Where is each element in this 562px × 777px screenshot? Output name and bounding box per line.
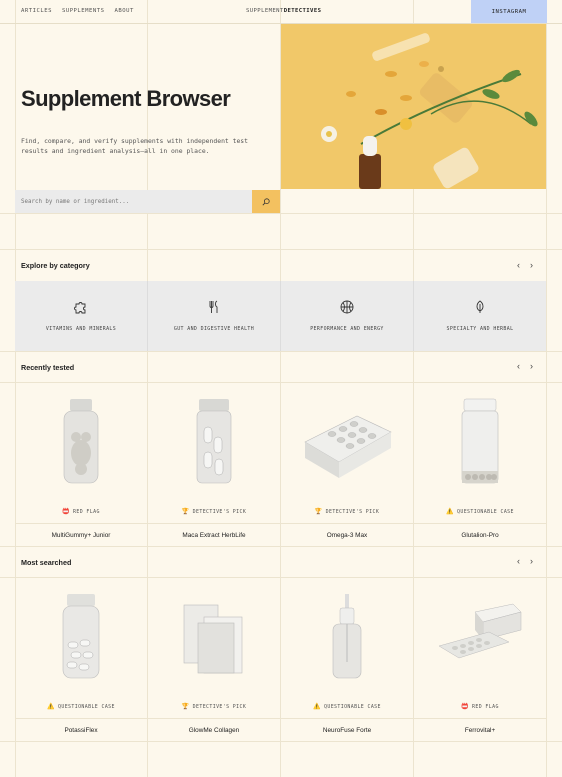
most-searched-products: ⚠️ QUESTIONABLE CASE PotassiFlex 🏆 DETECTI…	[15, 577, 546, 741]
chevron-left-icon[interactable]: ‹	[517, 362, 520, 371]
category-label: PERFORMANCE AND ENERGY	[310, 326, 384, 332]
section-title-categories: Explore by category	[21, 261, 90, 270]
search-button[interactable]	[252, 190, 280, 213]
status-badge: 📛 RED FLAG	[461, 703, 499, 710]
status-badge: 🏆 DETECTIVE'S PICK	[181, 703, 247, 710]
instagram-button[interactable]: INSTAGRAM	[471, 0, 547, 23]
recent-carousel-arrows: ‹ ›	[517, 362, 533, 371]
recent-products: 📛 RED FLAG MultiGummy+ Junior 🏆 DETECTIVE'…	[15, 382, 546, 546]
product-name: MultiGummy+ Junior	[15, 523, 147, 546]
status-badge: 🏆 DETECTIVE'S PICK	[314, 508, 380, 515]
chevron-right-icon[interactable]: ›	[530, 261, 533, 270]
category-performance-energy[interactable]: PERFORMANCE AND ENERGY	[281, 281, 414, 351]
category-gut-digestive[interactable]: GUT AND DIGESTIVE HEALTH	[148, 281, 281, 351]
brand-logo[interactable]: SUPPLEMENTDETECTIVES	[246, 8, 321, 14]
nav-link-articles[interactable]: ARTICLES	[21, 8, 52, 14]
product-image	[15, 577, 147, 697]
product-image	[15, 382, 147, 502]
puzzle-icon	[74, 302, 86, 314]
product-card[interactable]: 📛 RED FLAG Ferrovital+	[414, 577, 546, 741]
category-vitamins-minerals[interactable]: VITAMINS AND MINERALS	[15, 281, 148, 351]
grid-line	[0, 741, 562, 742]
chevron-right-icon[interactable]: ›	[530, 362, 533, 371]
product-name: PotassiFlex	[15, 718, 147, 741]
search-input[interactable]: Search by name or ingredient...	[15, 190, 252, 213]
nav-links: ARTICLES SUPPLEMENTS ABOUT	[21, 8, 134, 14]
top-nav: ARTICLES SUPPLEMENTS ABOUT SUPPLEMENTDET…	[0, 0, 562, 24]
hero-image	[281, 24, 546, 189]
status-badge: 🏆 DETECTIVE'S PICK	[181, 508, 247, 515]
product-card[interactable]: ⚠️ QUESTIONABLE CASE PotassiFlex	[15, 577, 148, 741]
product-card[interactable]: 🏆 DETECTIVE'S PICK GlowMe Collagen	[148, 577, 281, 741]
grid-line	[0, 213, 562, 214]
product-name: Ferrovital+	[414, 718, 546, 741]
section-title-most-searched: Most searched	[21, 558, 72, 567]
product-image	[414, 577, 546, 697]
product-card[interactable]: ⚠️ QUESTIONABLE CASE NeuroFuse Forte	[281, 577, 414, 741]
ball-icon	[340, 300, 354, 314]
category-label: SPECIALTY AND HERBAL	[446, 326, 514, 332]
status-badge: ⚠️ QUESTIONABLE CASE	[446, 508, 514, 515]
product-image	[148, 382, 280, 502]
category-label: GUT AND DIGESTIVE HEALTH	[173, 326, 255, 332]
product-name: Omega-3 Max	[281, 523, 413, 546]
product-name: GlowMe Collagen	[148, 718, 280, 741]
search-placeholder: Search by name or ingredient...	[21, 198, 130, 205]
category-list: VITAMINS AND MINERALS GUT AND DIGESTIVE …	[15, 281, 546, 351]
chevron-right-icon[interactable]: ›	[530, 557, 533, 566]
chevron-left-icon[interactable]: ‹	[517, 261, 520, 270]
product-name: Glutalion-Pro	[414, 523, 546, 546]
product-image	[148, 577, 280, 697]
product-card[interactable]: ⚠️ QUESTIONABLE CASE Glutalion-Pro	[414, 382, 546, 546]
most-carousel-arrows: ‹ ›	[517, 557, 533, 566]
fork-knife-icon	[209, 300, 218, 313]
product-card[interactable]: 🏆 DETECTIVE'S PICK Omega-3 Max	[281, 382, 414, 546]
category-carousel-arrows: ‹ ›	[517, 261, 533, 270]
status-badge: ⚠️ QUESTIONABLE CASE	[313, 703, 381, 710]
grid-line	[0, 249, 562, 250]
product-name: Maca Extract HerbLife	[148, 523, 280, 546]
section-title-recent: Recently tested	[21, 363, 75, 372]
brand-light: SUPPLEMENT	[246, 8, 284, 14]
grid-line	[0, 351, 562, 352]
category-label: VITAMINS AND MINERALS	[45, 326, 117, 332]
nav-link-supplements[interactable]: SUPPLEMENTS	[62, 8, 105, 14]
status-badge: ⚠️ QUESTIONABLE CASE	[47, 703, 115, 710]
brand-bold: DETECTIVES	[283, 8, 322, 14]
chevron-left-icon[interactable]: ‹	[517, 557, 520, 566]
product-image	[281, 577, 413, 697]
product-card[interactable]: 📛 RED FLAG MultiGummy+ Junior	[15, 382, 148, 546]
product-image	[281, 382, 413, 502]
leaf-icon	[476, 300, 484, 313]
product-card[interactable]: 🏆 DETECTIVE'S PICK Maca Extract HerbLife	[148, 382, 281, 546]
hero-description: Find, compare, and verify supplements wi…	[21, 137, 249, 155]
nav-link-about[interactable]: ABOUT	[115, 8, 134, 14]
page-title: Supplement Browser	[21, 86, 231, 111]
search-icon	[262, 197, 270, 205]
product-image	[414, 382, 546, 502]
category-specialty-herbal[interactable]: SPECIALTY AND HERBAL	[414, 281, 546, 351]
grid-line	[546, 0, 547, 777]
grid-line	[0, 546, 562, 547]
status-badge: 📛 RED FLAG	[62, 508, 100, 515]
product-name: NeuroFuse Forte	[281, 718, 413, 741]
